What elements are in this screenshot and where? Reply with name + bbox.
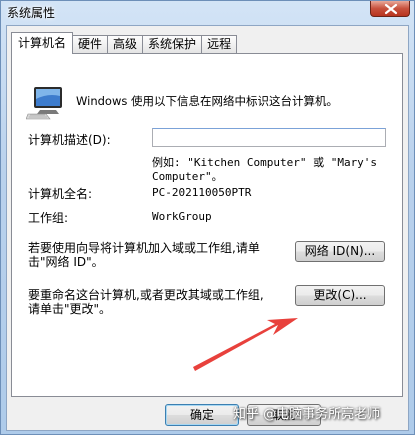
tab-advanced[interactable]: 高级 <box>107 35 144 54</box>
close-button[interactable] <box>370 1 410 17</box>
computer-name-panel: Windows 使用以下信息在网络中标识这台计算机。 计算机描述(D): 例如:… <box>11 53 403 397</box>
tab-remote[interactable]: 远程 <box>201 35 238 54</box>
tab-system-protection[interactable]: 系统保护 <box>142 35 203 54</box>
window-title: 系统属性 <box>7 6 56 20</box>
watermark-text: 知乎 @电脑事务所亮老师 <box>233 407 381 422</box>
ok-button[interactable]: 确定 <box>165 404 239 426</box>
red-arrow-annotation <box>193 318 298 371</box>
tab-computer-name[interactable]: 计算机名 <box>11 32 74 54</box>
tab-strip: 计算机名 硬件 高级 系统保护 远程 <box>11 32 238 54</box>
system-properties-window: 系统属性 计算机名 硬件 高级 系统保护 远程 Windows 使用以下信息在网… <box>0 0 415 435</box>
arrow-shape <box>193 318 298 371</box>
dialog-client: 计算机名 硬件 高级 系统保护 远程 Windows 使用以下信息在网络中标识这… <box>6 25 409 431</box>
close-icon <box>384 3 398 15</box>
tab-hardware[interactable]: 硬件 <box>72 35 109 54</box>
